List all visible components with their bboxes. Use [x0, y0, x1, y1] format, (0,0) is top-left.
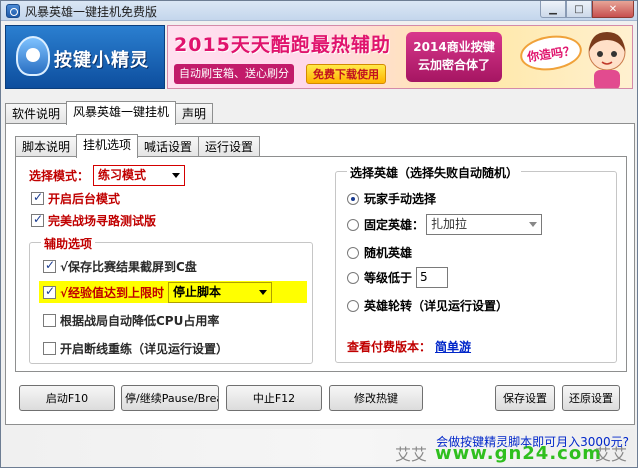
paid-version-label: 查看付费版本： [347, 340, 432, 354]
opt-reconnect-row[interactable]: 开启断线重练（详见运行设置） [43, 340, 228, 357]
hotkey-button[interactable]: 修改热键 [329, 385, 423, 411]
close-button[interactable]: ✕ [592, 1, 634, 18]
hero-rotation-label: 英雄轮转（详见运行设置） [364, 299, 509, 313]
pathfinding-label: 完美战场寻路测试版 [48, 214, 157, 228]
exp-limit-label: √经验值达到上限时 [60, 285, 165, 300]
reconnect-checkbox[interactable] [43, 342, 56, 355]
maximize-button[interactable]: □ [566, 1, 592, 18]
tab-run-settings[interactable]: 运行设置 [198, 136, 261, 158]
hero-manual-radio[interactable] [347, 192, 359, 205]
window-title: 风暴英雄一键挂机免费版 [25, 5, 158, 19]
logo-shield-icon [16, 36, 50, 76]
hero-level-label: 等级低于 [364, 271, 413, 285]
minimize-button[interactable]: ▁ [540, 1, 566, 18]
hero-random-label: 随机英雄 [364, 246, 413, 260]
maximize-icon: □ [574, 3, 584, 15]
mode-row: 选择模式： 练习模式 [29, 165, 186, 186]
hero-level-radio[interactable] [347, 271, 359, 284]
ad-box2-line1: 2014商业按键 [413, 40, 495, 54]
pathfinding-checkbox[interactable] [31, 212, 44, 227]
minimize-icon: ▁ [549, 3, 557, 15]
stop-button[interactable]: 中止F12 [226, 385, 322, 411]
tab-auto-afk[interactable]: 风暴英雄一键挂机 [66, 101, 177, 125]
exp-limit-action-value: 停止脚本 [173, 284, 222, 299]
mode-select[interactable]: 练习模式 [93, 165, 186, 186]
paid-version-row: 查看付费版本： 简单游 [347, 338, 471, 355]
chevron-down-icon [529, 222, 538, 227]
paid-version-link[interactable]: 简单游 [435, 338, 471, 355]
background-mode-label: 开启后台模式 [48, 192, 121, 206]
exp-limit-action-select[interactable]: 停止脚本 [168, 281, 273, 303]
ad-banner[interactable]: 2015天天酷跑最热辅助 自动刷宝箱、送心刷分 免费下载使用 2014商业按键 … [167, 25, 633, 89]
hero-fixed-label: 固定英雄： [364, 218, 425, 232]
reconnect-label: 开启断线重练（详见运行设置） [60, 342, 229, 356]
app-icon [6, 4, 20, 18]
chevron-down-icon [172, 173, 181, 178]
brand-logo: 按键小精灵 [5, 25, 165, 89]
save-screenshot-checkbox[interactable] [43, 258, 56, 273]
cpu-checkbox[interactable] [43, 314, 56, 327]
background-mode-row[interactable]: 开启后台模式 [31, 190, 120, 207]
hero-rotation-row[interactable]: 英雄轮转（详见运行设置） [347, 297, 508, 314]
title-bar: 风暴英雄一键挂机免费版 ▁ □ ✕ [1, 1, 637, 21]
hero-fixed-value: 扎加拉 [431, 217, 468, 231]
hero-level-row[interactable]: 等级低于 5 [347, 267, 449, 288]
window-controls: ▁ □ ✕ [540, 1, 634, 18]
chevron-down-icon [259, 289, 268, 295]
hero-manual-row[interactable]: 玩家手动选择 [347, 190, 436, 207]
main-tab-bar: 软件说明 风暴英雄一键挂机 声明 [5, 101, 214, 125]
hero-fixed-radio[interactable] [347, 218, 359, 231]
hero-random-radio[interactable] [347, 246, 359, 259]
hero-manual-label: 玩家手动选择 [364, 192, 437, 206]
hero-fixed-select[interactable]: 扎加拉 [426, 214, 543, 235]
mode-label: 选择模式： [29, 169, 90, 183]
ad-character-icon [588, 32, 626, 88]
opt-save-screenshot-row[interactable]: √保存比赛结果截屏到C盘 [43, 258, 197, 275]
close-icon: ✕ [608, 3, 618, 15]
mode-select-value: 练习模式 [98, 168, 147, 182]
ad-title: 2015天天酷跑最热辅助 [174, 34, 391, 56]
tab-chat-settings[interactable]: 喊话设置 [137, 136, 200, 158]
cpu-label: 根据战局自动降低CPU占用率 [60, 314, 220, 328]
ad-download-badge: 免费下载使用 [306, 64, 386, 84]
logo-text: 按键小精灵 [54, 50, 149, 71]
watermark-left: 艾艾 [395, 445, 428, 464]
pathfinding-row[interactable]: 完美战场寻路测试版 [31, 212, 156, 229]
hero-level-input[interactable]: 5 [416, 267, 449, 288]
hero-rotation-radio[interactable] [347, 299, 359, 312]
pause-resume-button[interactable]: 停/继续Pause/Break [121, 385, 219, 411]
opt-exp-limit-row[interactable]: √经验值达到上限时 停止脚本 [39, 281, 307, 303]
background-mode-checkbox[interactable] [31, 190, 44, 205]
footer-promo-link[interactable]: 会做按键精灵脚本即可月入3000元? [436, 433, 629, 450]
hero-random-row[interactable]: 随机英雄 [347, 244, 412, 261]
tab-afk-options[interactable]: 挂机选项 [76, 134, 139, 158]
tab-software-info[interactable]: 软件说明 [5, 103, 68, 125]
app-window: 风暴英雄一键挂机免费版 ▁ □ ✕ 按键小精灵 2015天天酷跑最热辅助 自动刷… [0, 0, 638, 468]
tab-disclaimer[interactable]: 声明 [175, 103, 214, 125]
exp-limit-checkbox[interactable] [43, 284, 56, 299]
hero-fixed-row[interactable]: 固定英雄： 扎加拉 [347, 214, 543, 235]
tab-script-info[interactable]: 脚本说明 [15, 136, 78, 158]
aux-options-title: 辅助选项 [41, 235, 96, 252]
start-button[interactable]: 启动F10 [19, 385, 115, 411]
ad-subtitle: 自动刷宝箱、送心刷分 [174, 64, 294, 84]
save-settings-button[interactable]: 保存设置 [495, 385, 555, 411]
footer: 艾艾 www.gn24.com 艾艾 会做按键精灵脚本即可月入3000元? [5, 429, 635, 465]
save-screenshot-label: √保存比赛结果截屏到C盘 [60, 260, 197, 274]
restore-settings-button[interactable]: 还原设置 [562, 385, 620, 411]
ad-box2-line2: 云加密合体了 [417, 58, 490, 72]
ad-speech-bubble: 你造吗？ [517, 31, 585, 75]
opt-cpu-row[interactable]: 根据战局自动降低CPU占用率 [43, 312, 219, 329]
ad-secondary-box: 2014商业按键 云加密合体了 [406, 32, 502, 82]
hero-select-title: 选择英雄（选择失败自动随机） [347, 164, 522, 181]
inner-tab-bar: 脚本说明 挂机选项 喊话设置 运行设置 [15, 134, 261, 158]
